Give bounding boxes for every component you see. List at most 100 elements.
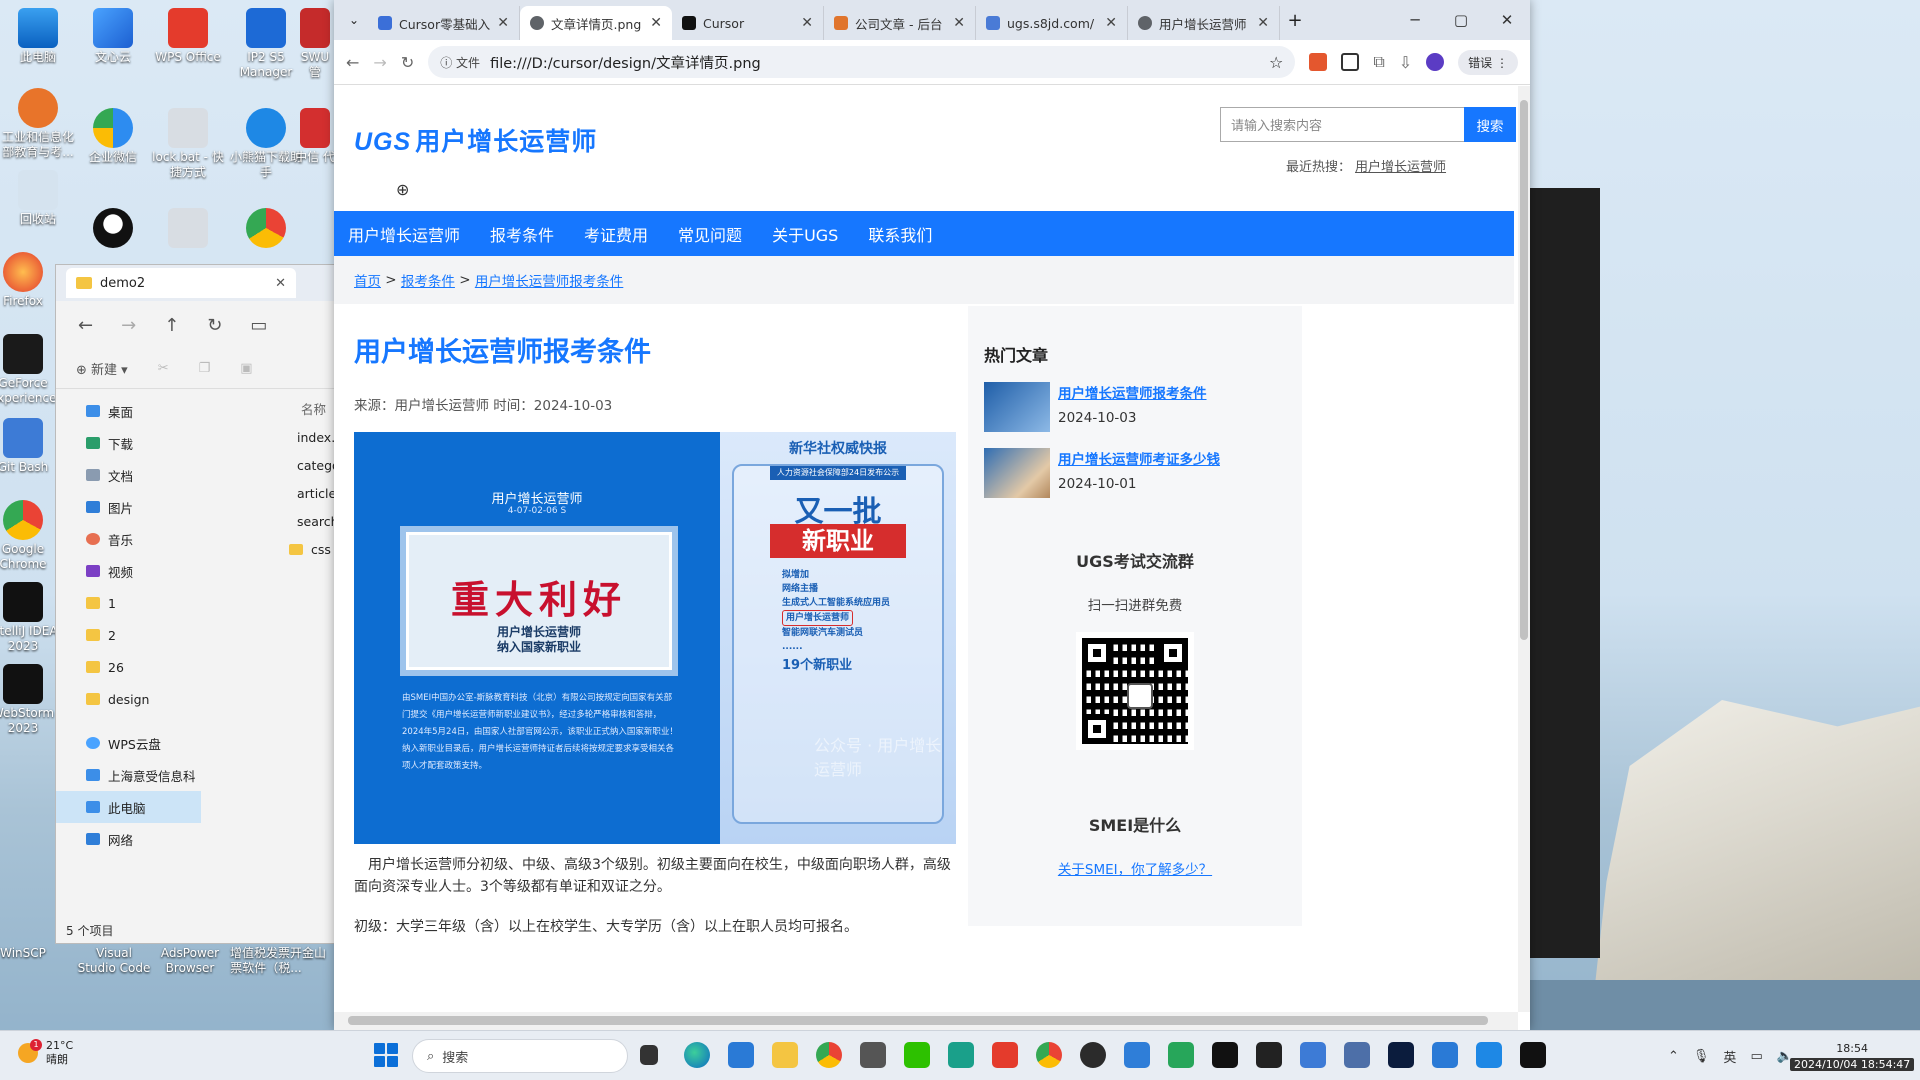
remote-icon[interactable]: [1432, 1042, 1458, 1068]
taskbar-search[interactable]: ⌕ 搜索: [412, 1039, 628, 1073]
column-header-name[interactable]: 名称: [231, 393, 334, 423]
hot-article-thumbnail[interactable]: [984, 448, 1050, 498]
desktop-icon-git-bash[interactable]: Git Bash: [0, 418, 58, 475]
desktop-icon-winscp[interactable]: WinSCP: [0, 946, 58, 961]
desktop-icon-wps[interactable]: WPS Office: [150, 8, 226, 65]
sidebar-item-desktop[interactable]: 桌面: [56, 395, 201, 427]
intellij-icon[interactable]: [1212, 1042, 1238, 1068]
close-icon[interactable]: ✕: [1105, 15, 1117, 31]
calculator-icon[interactable]: [860, 1042, 886, 1068]
maximize-icon[interactable]: ▢: [1438, 0, 1484, 40]
browser-tab[interactable]: 公司文章 - 后台 ✕: [824, 6, 976, 40]
sidebar-item-network[interactable]: 网络: [56, 823, 201, 855]
desktop-icon-ip2s5[interactable]: IP2 S5 Manager: [228, 8, 304, 80]
browser-tab[interactable]: Cursor零基础入 ✕: [368, 6, 520, 40]
minimize-icon[interactable]: ─: [1392, 0, 1438, 40]
desktop-icon-swu[interactable]: SWU 管: [295, 8, 335, 80]
extensions-puzzle-icon[interactable]: ⧉: [1373, 52, 1384, 72]
forward-arrow-icon[interactable]: →: [373, 53, 386, 72]
chrome-icon[interactable]: [816, 1042, 842, 1068]
desktop-icon-zhongxin[interactable]: 中信 代: [295, 108, 335, 165]
close-window-icon[interactable]: ✕: [1484, 0, 1530, 40]
new-tab-button[interactable]: +: [1280, 10, 1310, 31]
desktop-icon-qq[interactable]: [75, 208, 151, 250]
ime-indicator[interactable]: 英: [1723, 1047, 1736, 1066]
back-arrow-icon[interactable]: ←: [78, 315, 93, 336]
hot-article-item[interactable]: 用户增长运营师报考条件 2024-10-03: [984, 382, 1302, 432]
explorer-tab[interactable]: demo2 ✕: [66, 268, 296, 298]
close-icon[interactable]: ✕: [953, 15, 965, 31]
desktop-icon-adspower[interactable]: AdsPower Browser: [152, 946, 228, 976]
sidebar-item-wps-cloud[interactable]: WPS云盘: [56, 727, 201, 759]
extension-image-icon[interactable]: [1341, 53, 1360, 71]
nav-item-about[interactable]: 关于UGS: [772, 222, 838, 246]
reload-icon[interactable]: ↻: [401, 53, 414, 72]
browser-tab[interactable]: 用户增长运营师 ✕: [1128, 6, 1280, 40]
hot-article-link[interactable]: 用户增长运营师考证多少钱: [1058, 448, 1220, 468]
nav-item-contact[interactable]: 联系我们: [868, 222, 932, 246]
sidebar-item-music[interactable]: 音乐: [56, 523, 201, 555]
tab-search-icon[interactable]: ⌄: [340, 13, 368, 27]
terminal-icon[interactable]: [1256, 1042, 1282, 1068]
horizontal-scrollbar[interactable]: [334, 1012, 1518, 1030]
file-item[interactable]: article.html: [231, 479, 369, 507]
sogou-icon[interactable]: [948, 1042, 974, 1068]
breadcrumb-home[interactable]: 首页: [354, 270, 381, 290]
close-icon[interactable]: ✕: [497, 15, 509, 31]
sidebar-item-videos[interactable]: 视频: [56, 555, 201, 587]
sidebar-item-documents[interactable]: 文档: [56, 459, 201, 491]
scrollbar-thumb[interactable]: [348, 1016, 1488, 1025]
up-arrow-icon[interactable]: ↑: [164, 315, 179, 336]
edge-icon[interactable]: [684, 1042, 710, 1068]
network-tool-icon[interactable]: [1344, 1042, 1370, 1068]
desktop-icon-vscode[interactable]: Visual Studio Code: [76, 946, 152, 976]
vertical-scrollbar[interactable]: [1518, 86, 1530, 1012]
nav-item-fees[interactable]: 考证费用: [584, 222, 648, 246]
breadcrumb-current[interactable]: 用户增长运营师报考条件: [475, 270, 624, 290]
chrome-icon[interactable]: [1036, 1042, 1062, 1068]
close-icon[interactable]: ✕: [1257, 15, 1269, 31]
store-icon[interactable]: [728, 1042, 754, 1068]
sidebar-item-folder-26[interactable]: 26: [56, 651, 201, 683]
sidebar-item-folder-2[interactable]: 2: [56, 619, 201, 651]
close-icon[interactable]: ✕: [801, 15, 813, 31]
sidebar-item-design[interactable]: design: [56, 683, 201, 715]
desktop-icon-chrome-2[interactable]: [228, 208, 304, 250]
close-icon[interactable]: ✕: [650, 15, 662, 31]
site-search-button[interactable]: 搜索: [1464, 107, 1516, 142]
network-icon[interactable]: ▭: [1750, 1049, 1762, 1064]
cut-icon[interactable]: ✂: [158, 361, 169, 376]
clock[interactable]: 18:54 2024/10/04 18:54:47: [1790, 1041, 1915, 1073]
app-icon[interactable]: [1168, 1042, 1194, 1068]
desktop-icon-wecom[interactable]: 企业微信: [75, 108, 151, 165]
paint-icon[interactable]: [1300, 1042, 1326, 1068]
microphone-icon[interactable]: 🎙: [1693, 1049, 1710, 1064]
close-icon[interactable]: ✕: [275, 276, 286, 291]
desktop-icon-kingsoft[interactable]: 金山: [296, 946, 332, 961]
file-item[interactable]: index.html: [231, 423, 364, 451]
nav-item-faq[interactable]: 常见问题: [678, 222, 742, 246]
folder-item[interactable]: css: [231, 535, 334, 563]
wechat-icon[interactable]: [904, 1042, 930, 1068]
browser-tab-active[interactable]: 文章详情页.png ✕: [520, 6, 672, 40]
sidebar-item-pictures[interactable]: 图片: [56, 491, 201, 523]
site-logo[interactable]: UGS 用户增长运营师: [354, 122, 597, 158]
smei-link[interactable]: 关于SMEI，你了解多少？: [968, 858, 1302, 878]
profile-error-button[interactable]: 错误 ⋮: [1458, 49, 1518, 75]
scrollbar-thumb[interactable]: [1520, 100, 1528, 640]
desktop-icon-recycle-bin[interactable]: 回收站: [0, 170, 76, 227]
desktop-icon-chrome[interactable]: Google Chrome: [0, 500, 58, 572]
avatar[interactable]: [1426, 53, 1445, 71]
chevron-up-icon[interactable]: ⌃: [1668, 1049, 1679, 1064]
desktop-icon-wenxin[interactable]: 文心云: [75, 8, 151, 65]
desktop-icon-miit[interactable]: 工业和信息化部教育与考...: [0, 88, 76, 160]
weather-widget[interactable]: 1 21°C 晴朗: [18, 1039, 73, 1067]
sidebar-item-downloads[interactable]: 下载: [56, 427, 201, 459]
sidebar-item-this-pc[interactable]: 此电脑: [56, 791, 201, 823]
file-explorer-icon[interactable]: [772, 1042, 798, 1068]
sidebar-item-company[interactable]: 上海意受信息科: [56, 759, 201, 791]
vscode-icon[interactable]: [1476, 1042, 1502, 1068]
back-arrow-icon[interactable]: ←: [346, 53, 359, 72]
photoshop-icon[interactable]: [1388, 1042, 1414, 1068]
desktop-icon-webstorm[interactable]: WebStorm 2023: [0, 664, 58, 736]
